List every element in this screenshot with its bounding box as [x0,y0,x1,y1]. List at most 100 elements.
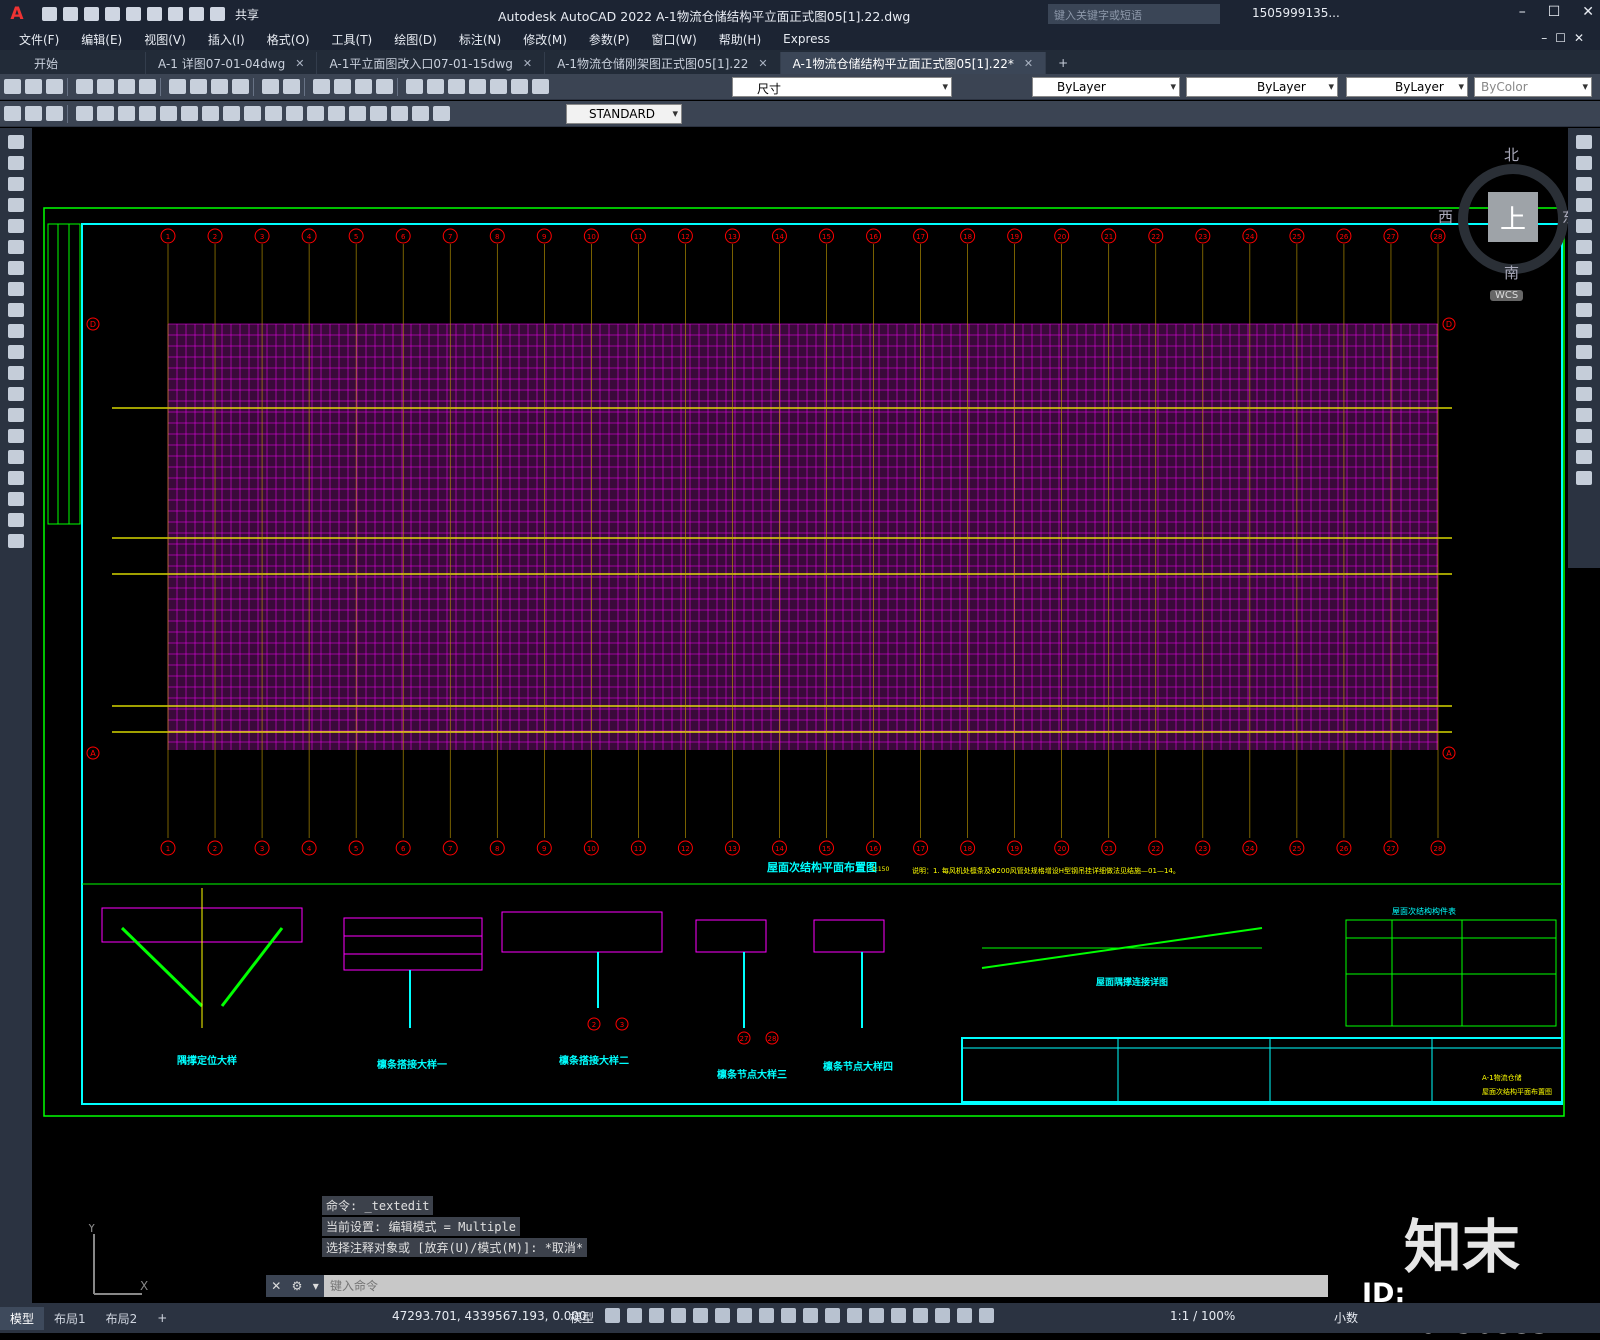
plot-icon[interactable] [76,79,93,94]
save-icon[interactable] [84,7,99,21]
quickcalc-icon[interactable] [511,79,528,94]
search-input[interactable]: 键入关键字或短语 [1048,4,1220,24]
scale-icon[interactable] [1576,282,1592,296]
move-icon[interactable] [1576,240,1592,254]
isodraft-icon[interactable] [737,1308,752,1323]
layout-tab-model[interactable]: 模型 [0,1306,45,1330]
color-dropdown[interactable]: ByLayer [1032,77,1180,97]
line-icon[interactable] [8,135,24,149]
linear-dim-icon[interactable] [76,106,93,121]
viewcube-top-face[interactable]: 上 [1488,192,1538,242]
space-icon[interactable] [307,106,324,121]
menu-modify[interactable]: 修改(M) [520,29,570,50]
open-icon[interactable] [63,7,78,21]
object-snap-icon[interactable] [781,1308,796,1323]
tool-palettes-icon[interactable] [448,79,465,94]
layout-tab-2[interactable]: 布局2 [96,1307,148,1330]
fillet-icon[interactable] [1576,429,1592,443]
workspace-icon[interactable] [4,106,21,121]
break-icon[interactable] [1576,366,1592,380]
tolerance-icon[interactable] [328,106,345,121]
menu-dimension[interactable]: 标注(N) [456,29,504,50]
minimize-icon[interactable]: – [1519,4,1526,20]
open-web-icon[interactable] [126,7,141,21]
zoom-window-icon[interactable] [355,79,372,94]
hatch-icon[interactable] [8,429,24,443]
viewcube[interactable]: 北 南 西 东 上 WCS [1438,142,1568,310]
dim-update-icon[interactable] [433,106,450,121]
circle-icon[interactable] [8,261,24,275]
menu-insert[interactable]: 插入(I) [205,29,248,50]
3d-print-icon[interactable] [139,79,156,94]
mtext-icon[interactable] [8,513,24,527]
dim-text-edit-icon[interactable] [412,106,429,121]
lineweight-icon[interactable] [803,1308,818,1323]
ellipse-arc-icon[interactable] [8,345,24,359]
save-as-icon[interactable] [105,7,120,21]
extend-icon[interactable] [1576,345,1592,359]
selection-filter-icon[interactable] [913,1308,928,1323]
offset-icon[interactable] [1576,198,1592,212]
share-button[interactable]: 共享 [235,6,259,23]
inspect-icon[interactable] [370,106,387,121]
jogged-icon[interactable] [181,106,198,121]
join-icon[interactable] [1576,387,1592,401]
model-space-toggle[interactable]: 模型 [570,1309,594,1326]
aligned-dim-icon[interactable] [97,106,114,121]
design-center-icon[interactable] [427,79,444,94]
rectangle-icon[interactable] [8,219,24,233]
viewcube-west[interactable]: 西 [1438,206,1453,227]
add-selected-icon[interactable] [8,534,24,548]
tab-structure-plan[interactable]: A-1物流仓储结构平立面正式图05[1].22* ✕ [780,52,1047,74]
center-mark-icon[interactable] [349,106,366,121]
plotstyle-dropdown[interactable]: ByColor [1474,77,1592,97]
radius-icon[interactable] [160,106,177,121]
paste-icon[interactable] [211,79,228,94]
undo-icon[interactable] [189,7,204,21]
recent-commands-icon[interactable]: ▾ [313,1279,319,1293]
app-logo-icon[interactable]: A [0,0,34,28]
close-icon[interactable]: ✕ [758,57,767,70]
add-layout-button[interactable]: + [147,1308,177,1328]
redo-icon[interactable] [210,7,225,21]
layer-icon[interactable] [25,106,42,121]
pan-icon[interactable] [313,79,330,94]
menu-draw[interactable]: 绘图(D) [391,29,440,50]
menu-express[interactable]: Express [780,30,833,48]
xline-icon[interactable] [8,156,24,170]
new-icon[interactable] [42,7,57,21]
auto-scale-icon[interactable] [979,1308,994,1323]
copy-object-icon[interactable] [1576,156,1592,170]
polar-icon[interactable] [715,1308,730,1323]
close-icon[interactable]: ✕ [295,57,304,70]
blend-icon[interactable] [1576,450,1592,464]
revcloud-icon[interactable] [8,282,24,296]
document-window-controls[interactable]: –☐✕ [1541,31,1592,45]
dynamic-ucs-icon[interactable] [891,1308,906,1323]
stretch-icon[interactable] [1576,303,1592,317]
trim-icon[interactable] [1576,324,1592,338]
new-tab-button[interactable]: + [1046,52,1080,74]
zoom-realtime-icon[interactable] [334,79,351,94]
ordinate-icon[interactable] [139,106,156,121]
sheet-set-icon[interactable] [469,79,486,94]
properties-icon[interactable] [406,79,423,94]
redo-icon[interactable] [283,79,300,94]
command-input[interactable] [324,1279,1314,1293]
menu-file[interactable]: 文件(F) [16,29,62,50]
quick-dim-icon[interactable] [244,106,261,121]
lineweight-dropdown[interactable]: ByLayer [1346,77,1468,97]
tab-detail[interactable]: A-1 详图07-01-04dwg ✕ [146,52,318,74]
annotation-scale[interactable]: 1:1 / 100% [1170,1309,1235,1323]
snap-icon[interactable] [627,1308,642,1323]
ellipse-icon[interactable] [8,324,24,338]
diameter-icon[interactable] [202,106,219,121]
markup-icon[interactable] [490,79,507,94]
open-icon[interactable] [25,79,42,94]
annotation-visibility-icon[interactable] [957,1308,972,1323]
layer-dropdown[interactable]: 尺寸 [732,77,952,97]
copy-icon[interactable] [190,79,207,94]
rotate-icon[interactable] [1576,261,1592,275]
zoom-previous-icon[interactable] [376,79,393,94]
customize-icon[interactable]: ⚙ [292,1279,303,1293]
